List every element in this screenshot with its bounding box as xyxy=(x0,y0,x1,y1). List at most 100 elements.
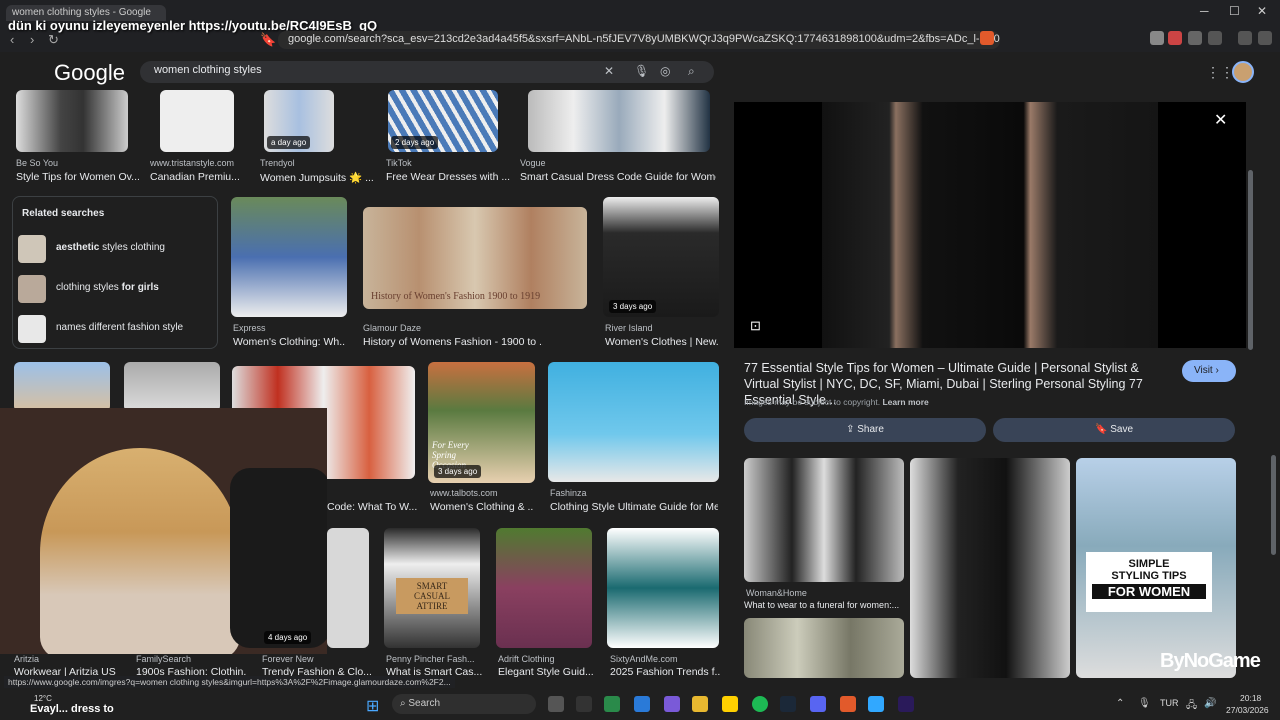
preview-image[interactable] xyxy=(734,102,1246,348)
weather-temp[interactable]: 12°C xyxy=(34,694,52,703)
folder-icon[interactable] xyxy=(692,696,708,712)
share-button[interactable]: ⇪ Share xyxy=(744,418,986,442)
result-image[interactable] xyxy=(607,528,719,648)
back-icon[interactable]: ‹ xyxy=(10,32,14,47)
terminal-icon[interactable] xyxy=(576,696,592,712)
steam-icon[interactable] xyxy=(780,696,796,712)
tab-title: women clothing styles - Google xyxy=(12,7,151,18)
related-title[interactable]: What to wear to a funeral for women:... xyxy=(744,600,904,610)
premiere-icon[interactable] xyxy=(898,696,914,712)
wallet-icon[interactable] xyxy=(1208,31,1222,45)
close-icon[interactable]: ✕ xyxy=(1214,110,1227,130)
search-icon[interactable]: ⌕ xyxy=(688,64,695,79)
result-image[interactable] xyxy=(124,362,220,412)
windows-start-icon[interactable]: ⊞ xyxy=(366,696,379,716)
volume-icon[interactable]: 🔊 xyxy=(1204,698,1216,709)
result-title[interactable]: Women Jumpsuits 🌟 ... xyxy=(260,171,374,184)
extension-icon[interactable] xyxy=(1150,31,1164,45)
mic-tray-icon[interactable]: 🎙 xyxy=(1138,698,1151,709)
result-image[interactable] xyxy=(14,362,110,412)
result-image[interactable] xyxy=(231,197,347,317)
age-badge: 4 days ago xyxy=(264,631,312,644)
avatar[interactable] xyxy=(1232,61,1254,83)
tray-chevron-icon[interactable]: ⌃ xyxy=(1116,698,1124,709)
reload-icon[interactable]: ↻ xyxy=(48,32,59,48)
learn-more-link[interactable]: Learn more xyxy=(882,397,928,407)
extensions-puzzle-icon[interactable] xyxy=(1188,31,1202,45)
result-image[interactable] xyxy=(496,528,592,648)
extension-icon[interactable] xyxy=(1168,31,1182,45)
image-caption: SMART CASUAL ATTIRE xyxy=(396,578,468,614)
photoshop-icon[interactable] xyxy=(868,696,884,712)
result-title[interactable]: Women's Clothing: Wh... xyxy=(233,336,345,348)
status-url: https://www.google.com/imgres?q=women cl… xyxy=(4,676,455,688)
related-image[interactable] xyxy=(744,618,904,678)
related-image[interactable]: SIMPLE STYLING TIPS FOR WOMEN xyxy=(1076,458,1236,678)
search-input[interactable]: women clothing styles xyxy=(140,61,714,83)
address-bar[interactable]: google.com/search?sca_esv=213cd2e3ad4a45… xyxy=(278,31,1000,49)
related-item[interactable]: names different fashion style xyxy=(18,312,214,346)
lens-icon[interactable]: ◎ xyxy=(660,64,670,78)
related-item[interactable]: clothing styles for girls xyxy=(18,272,214,306)
result-image[interactable] xyxy=(528,90,710,152)
save-button[interactable]: 🔖 Save xyxy=(993,418,1235,442)
taskbar-search[interactable]: ⌕ Search xyxy=(392,694,536,714)
language-indicator[interactable]: TUR xyxy=(1160,698,1179,708)
brave-icon[interactable] xyxy=(840,696,856,712)
forward-icon[interactable]: › xyxy=(30,32,34,47)
brave-shield-icon[interactable] xyxy=(980,31,994,45)
result-image[interactable]: 2 days ago xyxy=(388,90,498,152)
result-title[interactable]: Canadian Premiu... xyxy=(150,171,250,183)
related-image[interactable] xyxy=(744,458,904,582)
age-badge: 3 days ago xyxy=(434,465,482,478)
result-title[interactable]: Women's Clothes | New... xyxy=(605,336,719,348)
sidebar-icon[interactable] xyxy=(1238,31,1252,45)
result-title[interactable]: Code: What To W... xyxy=(327,501,417,513)
lens-icon[interactable]: ⊡ xyxy=(750,318,761,334)
result-image[interactable]: History of Women's Fashion 1900 to 1919 xyxy=(363,207,587,309)
close-window-button[interactable]: ✕ xyxy=(1257,4,1267,18)
clock-date[interactable]: 27/03/2026 xyxy=(1226,705,1269,715)
result-title[interactable]: Smart Casual Dress Code Guide for Wome..… xyxy=(520,171,716,183)
vscode-icon[interactable] xyxy=(634,696,650,712)
clock-time[interactable]: 20:18 xyxy=(1240,693,1261,703)
result-image[interactable] xyxy=(16,90,128,152)
result-source: Penny Pincher Fash... xyxy=(386,654,475,664)
app-icon[interactable] xyxy=(604,696,620,712)
spotify-icon[interactable] xyxy=(752,696,768,712)
result-title[interactable]: Style Tips for Women Ov... xyxy=(16,171,140,183)
result-image[interactable]: 3 days ago xyxy=(603,197,719,317)
menu-icon[interactable] xyxy=(1258,31,1272,45)
result-title[interactable]: Free Wear Dresses with ... xyxy=(386,171,510,183)
network-icon[interactable]: 🖧 xyxy=(1186,698,1197,715)
result-image[interactable]: For Every Spring Occasion3 days ago xyxy=(428,362,535,483)
star-app-icon[interactable] xyxy=(722,696,738,712)
result-image[interactable]: a day ago xyxy=(264,90,334,152)
related-image[interactable] xyxy=(910,458,1070,678)
result-title[interactable]: History of Womens Fashion - 1900 to ... xyxy=(363,336,543,348)
clear-icon[interactable]: ✕ xyxy=(604,64,614,78)
result-title[interactable]: Elegant Style Guid... xyxy=(498,666,598,678)
related-item[interactable]: aesthetic styles clothing xyxy=(18,232,214,266)
result-image[interactable] xyxy=(160,90,234,152)
result-image[interactable]: SMART CASUAL ATTIRE xyxy=(384,528,480,648)
result-image[interactable] xyxy=(548,362,719,482)
maximize-button[interactable]: ☐ xyxy=(1229,4,1240,18)
result-title[interactable]: Clothing Style Ultimate Guide for Me... xyxy=(550,501,718,513)
discord-icon[interactable] xyxy=(810,696,826,712)
result-title[interactable]: 2025 Fashion Trends f... xyxy=(610,666,720,678)
related-thumb xyxy=(18,315,46,343)
bookmark-icon[interactable]: 🔖 xyxy=(260,32,276,48)
result-source: Forever New xyxy=(262,654,314,664)
visit-button[interactable]: Visit › xyxy=(1182,360,1236,382)
mic-icon[interactable]: 🎙 xyxy=(634,64,649,78)
task-view-icon[interactable] xyxy=(548,696,564,712)
result-title[interactable]: Women's Clothing & ... xyxy=(430,501,534,513)
page-scrollbar[interactable] xyxy=(1271,455,1276,555)
minimize-button[interactable]: ─ xyxy=(1200,4,1209,18)
result-image[interactable] xyxy=(327,528,369,648)
google-logo[interactable]: Google xyxy=(54,60,125,86)
app-icon[interactable] xyxy=(664,696,680,712)
apps-grid-icon[interactable]: ⋮⋮ xyxy=(1206,64,1234,81)
panel-scrollbar[interactable] xyxy=(1248,170,1253,350)
